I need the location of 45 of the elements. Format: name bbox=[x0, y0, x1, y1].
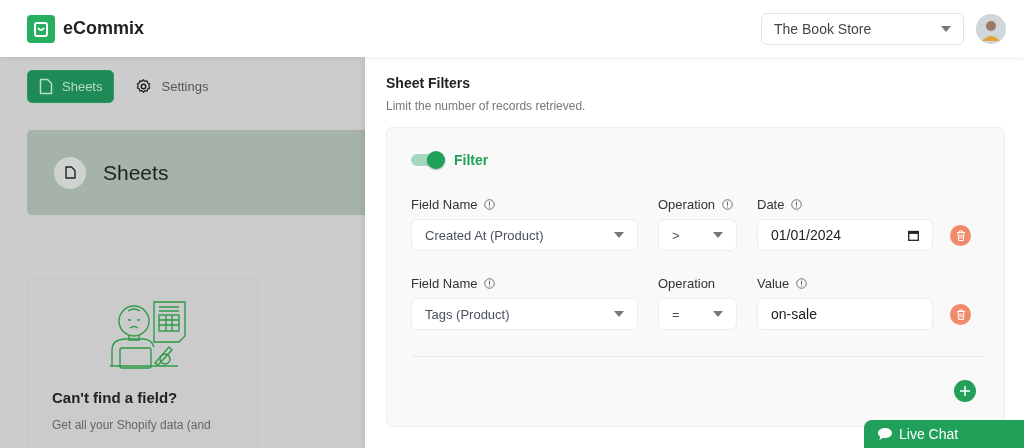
store-select[interactable]: The Book Store bbox=[761, 12, 964, 45]
caret-icon bbox=[713, 232, 723, 238]
trash-icon bbox=[955, 308, 966, 320]
field-label: Operation bbox=[658, 276, 716, 291]
delete-button[interactable] bbox=[950, 303, 971, 325]
delete-button[interactable] bbox=[950, 224, 971, 246]
settings-icon bbox=[135, 78, 153, 95]
field-name-select[interactable]: Tags (Product) bbox=[411, 298, 638, 330]
caret-icon bbox=[614, 311, 624, 317]
page-title: Sheets bbox=[103, 160, 169, 185]
drawer-title: Sheet Filters bbox=[386, 75, 472, 91]
field-label: Field Name bbox=[411, 197, 478, 212]
operation-select[interactable]: > bbox=[658, 219, 737, 251]
avatar-icon[interactable] bbox=[976, 13, 1006, 44]
field-label: Operation bbox=[658, 197, 716, 212]
help-title: Can't find a field? bbox=[52, 389, 179, 406]
value-input[interactable]: on-sale bbox=[757, 298, 933, 330]
help-text: Get all your Shopify data (and bbox=[52, 418, 212, 432]
drawer-subtitle: Limit the number of records retrieved. bbox=[386, 99, 587, 113]
caret-icon bbox=[941, 25, 951, 32]
field-name-select[interactable]: Created At (Product) bbox=[411, 219, 638, 251]
calendar-icon[interactable] bbox=[908, 229, 919, 241]
value-input[interactable]: 01/01/2024 bbox=[757, 219, 933, 251]
nav-tab[interactable]: Settings bbox=[124, 70, 220, 103]
field-label: Field Name bbox=[411, 276, 478, 291]
document-icon bbox=[39, 78, 53, 95]
field-label: Value bbox=[757, 276, 790, 291]
info-icon bbox=[722, 199, 734, 210]
info-icon bbox=[791, 199, 803, 210]
brand-name: eCommix bbox=[63, 18, 145, 39]
add-filter-button[interactable] bbox=[954, 380, 976, 402]
shopping-bag-logo-icon bbox=[27, 14, 55, 43]
chat-bubble-icon bbox=[878, 428, 892, 440]
operation-select[interactable]: = bbox=[658, 298, 737, 330]
info-icon bbox=[484, 278, 496, 289]
plus-icon bbox=[960, 386, 970, 396]
toggle-label: Filter bbox=[454, 152, 489, 168]
caret-icon bbox=[614, 232, 624, 238]
trash-icon bbox=[955, 229, 966, 241]
filter-toggle[interactable] bbox=[411, 150, 445, 170]
document-icon bbox=[54, 156, 86, 189]
info-icon bbox=[484, 199, 496, 210]
info-icon bbox=[796, 278, 808, 289]
field-label: Date bbox=[757, 197, 785, 212]
caret-icon bbox=[713, 311, 723, 317]
